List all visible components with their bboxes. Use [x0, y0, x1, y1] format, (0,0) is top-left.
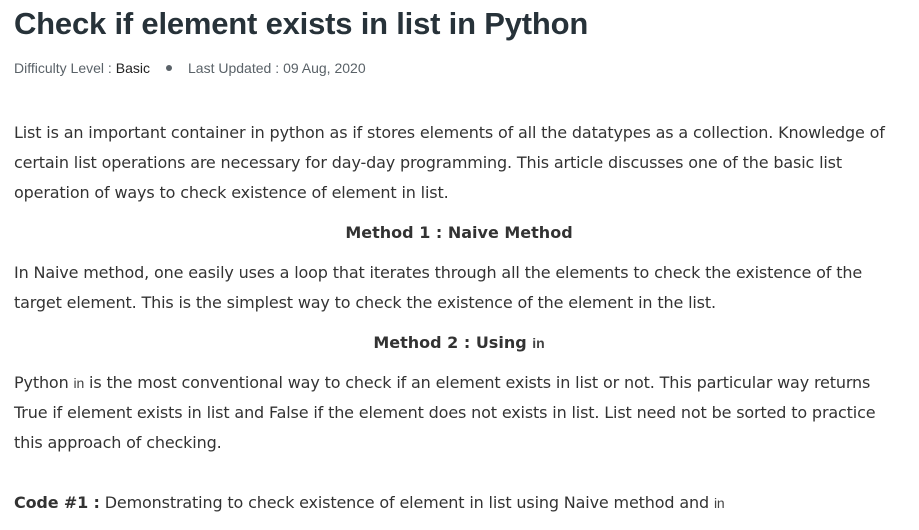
difficulty-level-link[interactable]: Basic [116, 60, 150, 76]
page-title: Check if element exists in list in Pytho… [14, 6, 589, 41]
last-updated-date: 09 Aug, 2020 [283, 60, 366, 76]
method-2-text-prefix: Python [14, 373, 74, 392]
code-1-caption: Code #1 : Demonstrating to check existen… [14, 488, 904, 518]
difficulty-label: Difficulty Level : [14, 60, 112, 76]
last-updated-label: Last Updated : [188, 60, 280, 76]
article-meta: Difficulty Level : Basic Last Updated : … [14, 58, 904, 78]
intro-paragraph: List is an important container in python… [14, 123, 885, 202]
method-2-text-suffix: is the most conventional way to check if… [14, 373, 876, 452]
code-1-inline-code: in [713, 495, 725, 511]
method-2-heading: Method 2 : Using in [14, 328, 904, 358]
method-1-paragraph: In Naive method, one easily uses a loop … [14, 263, 863, 312]
method-2-heading-text: Method 2 : Using [373, 333, 533, 352]
method-2-inline-code: in [73, 375, 85, 391]
method-1-heading: Method 1 : Naive Method [345, 223, 573, 242]
meta-separator-dot [166, 65, 173, 71]
method-2-paragraph: Python in is the most conventional way t… [14, 368, 904, 458]
article: Check if element exists in list in Pytho… [14, 0, 904, 512]
code-1-label: Code #1 : [14, 493, 100, 512]
code-1-text: Demonstrating to check existence of elem… [99, 493, 714, 512]
method-2-heading-code: in [532, 335, 545, 351]
